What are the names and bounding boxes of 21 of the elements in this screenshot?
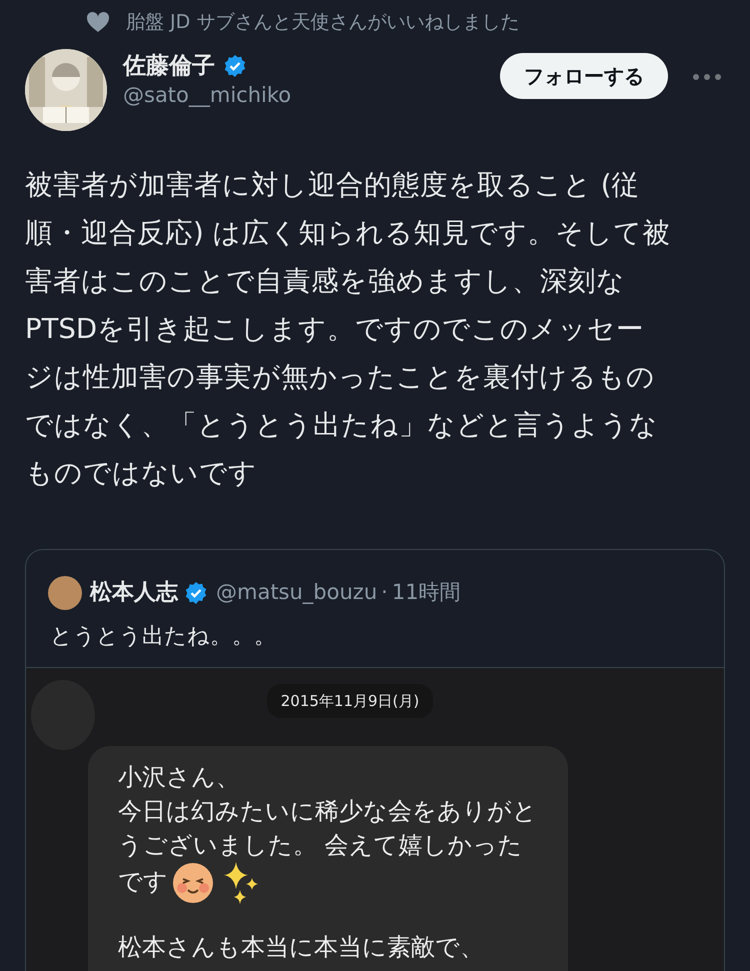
message-text: 松本さんも本当に本当に素敵で、	[118, 933, 484, 962]
author-handle[interactable]: @sato__michiko	[123, 80, 500, 112]
message-text: うございました。 会えて嬉しかった	[118, 831, 523, 860]
author-name[interactable]: 佐藤倫子	[123, 52, 215, 80]
heart-icon	[86, 11, 110, 34]
separator-dot: ·	[381, 578, 388, 606]
follow-button[interactable]: フォローする	[500, 52, 668, 98]
quoted-author-name[interactable]: 松本人志	[90, 576, 178, 609]
liked-by-text: 胎盤 JD サブさんと天使さんがいいねしました	[126, 10, 520, 35]
avatar	[48, 576, 82, 610]
quoted-author-handle[interactable]: @matsu_bouzu	[216, 576, 378, 608]
message-text: です	[118, 868, 168, 896]
smiley-icon	[172, 862, 214, 904]
sparkles-icon	[224, 862, 260, 904]
date-label: 2015年11月9日(月)	[266, 684, 434, 718]
post-text: 被害者が加害者に対し迎合的態度を取ること (従順・迎合反応) は広く知られる知見です。そして被害者はこのことで自責感を強めますし、深刻なPTSDを引き起こします。ですのでこのメッセージは性加害の事実が無かったことを裏付けるものではなく、「とうとう出たね」などと言うようなものではないです	[24, 168, 672, 490]
message-text: 小沢さん、	[118, 763, 240, 791]
post-time: 11時間	[392, 578, 461, 606]
quoted-post-text: とうとう出たね。。。	[49, 622, 277, 650]
message-text: 今日は幻みたいに稀少な会をありがと	[118, 797, 537, 826]
quoted-post-card[interactable]: 松本人志 @matsu_bouzu · 11時間 とうとう出たね。。。 2015年11月9日(月) 小沢さん、 今日は幻みたいに稀少な会をありがと うございました。 会えて嬉しかった です 松本さんも本当に本当に素敵で、	[25, 548, 725, 971]
